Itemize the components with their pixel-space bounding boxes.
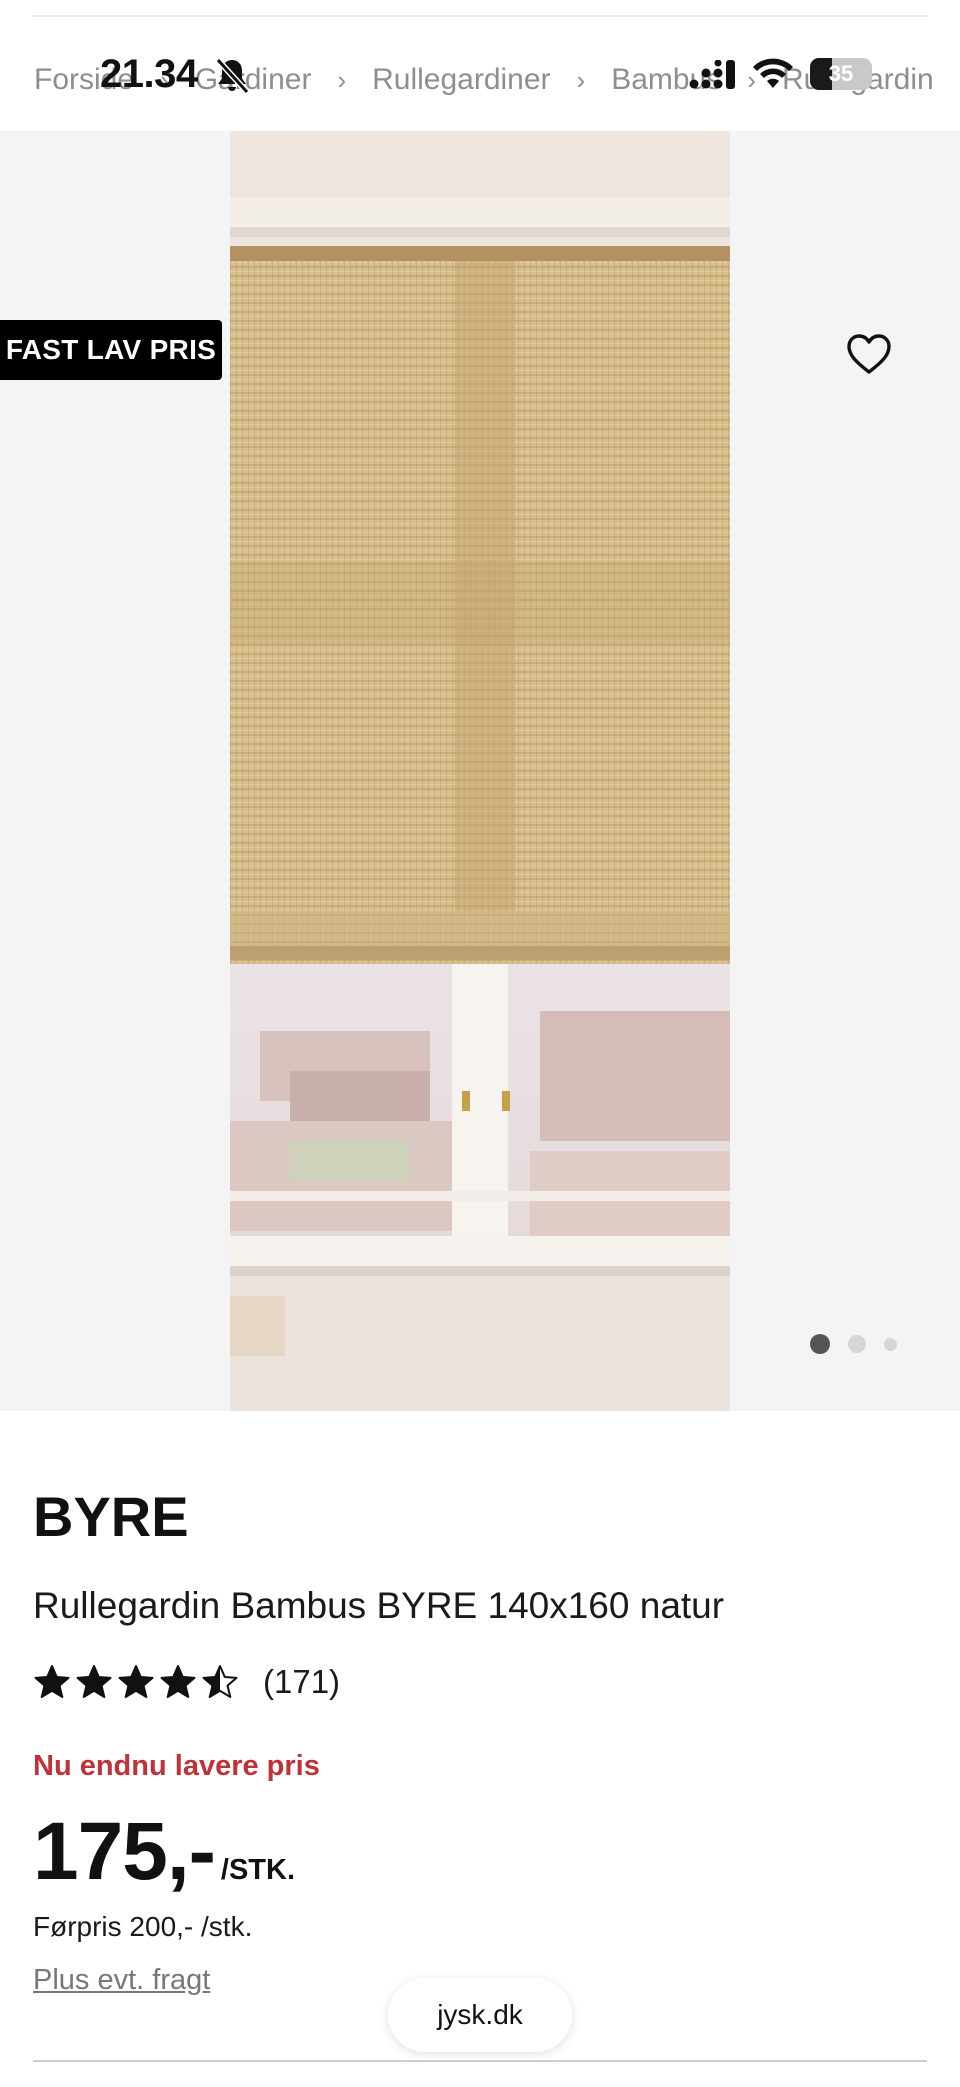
breadcrumb-item-gardiner[interactable]: Gardiner [195, 63, 312, 97]
breadcrumb: Forside › Gardiner › Rullegardiner › Bam… [34, 58, 934, 102]
freight-link[interactable]: Plus evt. fragt [33, 1964, 210, 1997]
breadcrumb-item-rullegardin[interactable]: Rullegardin [782, 63, 934, 97]
product-gallery[interactable]: FAST LAV PRIS [0, 131, 960, 1411]
product-image[interactable] [230, 131, 730, 1411]
chevron-right-icon: › [747, 64, 756, 95]
promo-text: Nu endnu lavere pris [33, 1750, 320, 1782]
star-full-icon [34, 1665, 70, 1698]
star-full-icon [118, 1665, 154, 1698]
url-text: jysk.dk [437, 1999, 523, 2030]
rating-stars [33, 1664, 239, 1700]
star-half-icon [202, 1665, 238, 1698]
breadcrumb-item-bambus[interactable]: Bambus [611, 63, 721, 97]
star-full-icon [76, 1665, 112, 1698]
before-price: Førpris 200,- /stk. [33, 1911, 253, 1942]
browser-url-bar[interactable]: jysk.dk [388, 1978, 572, 2052]
pagination-dot[interactable] [810, 1334, 830, 1354]
pagination-dot[interactable] [848, 1335, 866, 1353]
chevron-right-icon: › [337, 64, 347, 95]
product-price: 175,- [33, 1806, 216, 1897]
star-full-icon [160, 1665, 196, 1698]
gallery-pagination[interactable] [810, 1334, 897, 1354]
review-count[interactable]: (171) [263, 1663, 340, 1701]
pagination-dot[interactable] [884, 1337, 897, 1351]
product-rating[interactable]: (171) [33, 1663, 340, 1701]
price-unit: /STK. [220, 1854, 296, 1886]
price-row: 175,- /STK. [33, 1805, 295, 1899]
breadcrumb-item-rullegardiner[interactable]: Rullegardiner [372, 63, 550, 97]
chevron-right-icon: › [160, 64, 169, 95]
price-badge: FAST LAV PRIS [0, 320, 222, 380]
product-title: Rullegardin Bambus BYRE 140x160 natur [33, 1585, 725, 1626]
product-brand: BYRE [33, 1485, 189, 1548]
top-divider [32, 15, 928, 17]
section-divider [33, 2060, 927, 2062]
breadcrumb-item-forside[interactable]: Forside [34, 63, 134, 97]
heart-outline-icon[interactable] [846, 333, 892, 375]
chevron-right-icon: › [576, 64, 586, 95]
